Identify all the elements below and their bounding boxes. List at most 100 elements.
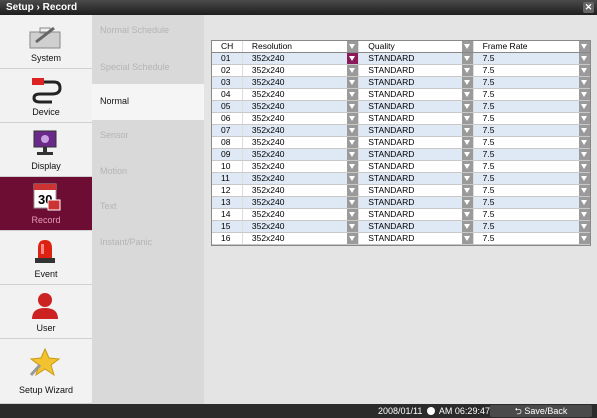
resolution-select[interactable]: 352x240 (241, 125, 359, 136)
subnav-item-normal[interactable]: Normal (92, 84, 204, 120)
dropdown-arrow-icon[interactable] (347, 41, 359, 52)
subnav-item-motion[interactable]: Motion (100, 166, 127, 176)
resolution-select[interactable]: 352x240 (241, 185, 359, 196)
frame-rate-select[interactable]: 7.5 (472, 185, 590, 196)
dropdown-arrow-icon[interactable] (461, 77, 473, 88)
dropdown-arrow-icon[interactable] (461, 125, 473, 136)
dropdown-arrow-icon[interactable] (347, 77, 359, 88)
resolution-select[interactable]: 352x240 (241, 173, 359, 184)
dropdown-arrow-icon[interactable] (579, 77, 590, 88)
frame-rate-select[interactable]: 7.5 (472, 149, 590, 160)
quality-select[interactable]: STANDARD (358, 113, 473, 124)
dropdown-arrow-icon[interactable] (347, 173, 359, 184)
close-button[interactable]: ✕ (583, 2, 594, 13)
save-back-button[interactable]: ⮌ Save/Back (490, 405, 592, 417)
subnav-item-sensor[interactable]: Sensor (100, 130, 129, 140)
dropdown-arrow-icon[interactable] (461, 233, 473, 244)
dropdown-arrow-icon[interactable] (347, 233, 359, 244)
dropdown-arrow-icon[interactable] (461, 137, 473, 148)
dropdown-arrow-icon[interactable] (347, 185, 359, 196)
frame-rate-select[interactable]: 7.5 (472, 209, 590, 220)
resolution-select[interactable]: 352x240 (241, 89, 359, 100)
quality-select[interactable]: STANDARD (358, 209, 473, 220)
dropdown-arrow-icon[interactable] (347, 209, 359, 220)
quality-select[interactable]: STANDARD (358, 185, 473, 196)
dropdown-arrow-icon[interactable] (579, 125, 590, 136)
dropdown-arrow-icon[interactable] (461, 161, 473, 172)
sidebar-item-user[interactable]: User (0, 285, 92, 339)
dropdown-arrow-icon[interactable] (579, 161, 590, 172)
dropdown-arrow-icon[interactable] (579, 113, 590, 124)
frame-rate-select[interactable]: 7.5 (472, 233, 590, 244)
quality-select[interactable]: STANDARD (358, 137, 473, 148)
dropdown-arrow-icon[interactable] (347, 101, 359, 112)
dropdown-arrow-icon[interactable] (579, 185, 590, 196)
resolution-select[interactable]: 352x240 (241, 77, 359, 88)
dropdown-arrow-icon[interactable] (579, 149, 590, 160)
resolution-select[interactable]: 352x240 (241, 221, 359, 232)
frame-rate-select[interactable]: 7.5 (472, 197, 590, 208)
subnav-item-special-schedule[interactable]: Special Schedule (100, 62, 170, 72)
dropdown-arrow-icon[interactable] (347, 53, 359, 64)
quality-select[interactable]: STANDARD (358, 233, 473, 244)
dropdown-arrow-icon[interactable] (579, 233, 590, 244)
frame-rate-select[interactable]: 7.5 (472, 173, 590, 184)
sidebar-item-device[interactable]: Device (0, 69, 92, 123)
frame-rate-select[interactable]: 7.5 (472, 77, 590, 88)
dropdown-arrow-icon[interactable] (347, 65, 359, 76)
quality-select[interactable]: STANDARD (358, 89, 473, 100)
dropdown-arrow-icon[interactable] (347, 149, 359, 160)
resolution-select[interactable]: 352x240 (241, 233, 359, 244)
subnav-item-normal-schedule[interactable]: Normal Schedule (100, 25, 169, 35)
dropdown-arrow-icon[interactable] (461, 149, 473, 160)
frame-rate-select[interactable]: 7.5 (472, 65, 590, 76)
resolution-select[interactable]: 352x240 (241, 209, 359, 220)
sidebar-item-event[interactable]: Event (0, 231, 92, 285)
sidebar-item-setup-wizard[interactable]: Setup Wizard (0, 339, 92, 404)
dropdown-arrow-icon[interactable] (579, 53, 590, 64)
dropdown-arrow-icon[interactable] (579, 89, 590, 100)
dropdown-arrow-icon[interactable] (461, 113, 473, 124)
quality-select[interactable]: STANDARD (358, 53, 473, 64)
sidebar-item-record[interactable]: 30 Record (0, 177, 92, 231)
dropdown-arrow-icon[interactable] (579, 41, 590, 52)
dropdown-arrow-icon[interactable] (579, 137, 590, 148)
header-quality[interactable]: Quality (358, 41, 473, 52)
dropdown-arrow-icon[interactable] (461, 221, 473, 232)
resolution-select[interactable]: 352x240 (241, 65, 359, 76)
dropdown-arrow-icon[interactable] (347, 89, 359, 100)
dropdown-arrow-icon[interactable] (461, 53, 473, 64)
resolution-select[interactable]: 352x240 (241, 161, 359, 172)
resolution-select[interactable]: 352x240 (241, 113, 359, 124)
quality-select[interactable]: STANDARD (358, 161, 473, 172)
dropdown-arrow-icon[interactable] (461, 173, 473, 184)
frame-rate-select[interactable]: 7.5 (472, 101, 590, 112)
dropdown-arrow-icon[interactable] (579, 209, 590, 220)
frame-rate-select[interactable]: 7.5 (472, 137, 590, 148)
resolution-select[interactable]: 352x240 (241, 53, 359, 64)
quality-select[interactable]: STANDARD (358, 173, 473, 184)
sidebar-item-system[interactable]: System (0, 15, 92, 69)
subnav-item-text[interactable]: Text (100, 201, 117, 211)
dropdown-arrow-icon[interactable] (461, 185, 473, 196)
frame-rate-select[interactable]: 7.5 (472, 161, 590, 172)
frame-rate-select[interactable]: 7.5 (472, 53, 590, 64)
dropdown-arrow-icon[interactable] (461, 41, 473, 52)
frame-rate-select[interactable]: 7.5 (472, 221, 590, 232)
quality-select[interactable]: STANDARD (358, 221, 473, 232)
dropdown-arrow-icon[interactable] (461, 89, 473, 100)
quality-select[interactable]: STANDARD (358, 101, 473, 112)
dropdown-arrow-icon[interactable] (347, 113, 359, 124)
resolution-select[interactable]: 352x240 (241, 149, 359, 160)
dropdown-arrow-icon[interactable] (579, 197, 590, 208)
dropdown-arrow-icon[interactable] (461, 101, 473, 112)
dropdown-arrow-icon[interactable] (347, 125, 359, 136)
frame-rate-select[interactable]: 7.5 (472, 113, 590, 124)
frame-rate-select[interactable]: 7.5 (472, 125, 590, 136)
quality-select[interactable]: STANDARD (358, 125, 473, 136)
dropdown-arrow-icon[interactable] (347, 221, 359, 232)
resolution-select[interactable]: 352x240 (241, 197, 359, 208)
frame-rate-select[interactable]: 7.5 (472, 89, 590, 100)
resolution-select[interactable]: 352x240 (241, 137, 359, 148)
dropdown-arrow-icon[interactable] (461, 209, 473, 220)
